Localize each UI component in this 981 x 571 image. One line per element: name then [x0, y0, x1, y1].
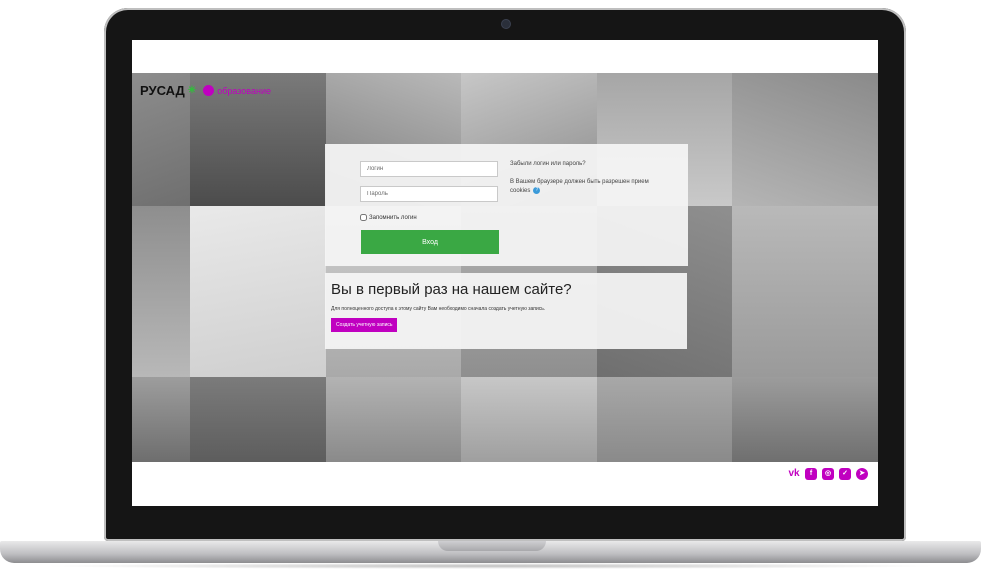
login-panel: Запомнить логин Вход Забыли логин или па…	[325, 144, 688, 266]
photo-collage-background	[132, 73, 878, 462]
bg-tile	[132, 377, 190, 462]
brand-name: РУСАД	[140, 83, 185, 98]
laptop-screen: РУСАД ✳ образование Запомнить логин Вход…	[132, 40, 878, 506]
username-input[interactable]	[360, 161, 498, 177]
first-visit-text: Для полноценного доступа к этому сайту В…	[331, 306, 546, 312]
password-input[interactable]	[360, 186, 498, 202]
login-button[interactable]: Вход	[361, 230, 499, 254]
forgot-password-link[interactable]: Забыли логин или пароль?	[510, 161, 586, 167]
help-icon[interactable]: ?	[533, 187, 541, 194]
remember-username[interactable]: Запомнить логин	[360, 214, 417, 221]
bg-tile	[732, 206, 878, 377]
telegram-icon[interactable]: ➤	[856, 468, 868, 480]
instagram-icon[interactable]: ◎	[822, 468, 834, 480]
brand-circle-icon	[203, 85, 215, 96]
laptop-notch	[438, 541, 546, 551]
create-account-button[interactable]: Создать учетную запись	[331, 318, 398, 332]
bg-tile	[326, 377, 461, 462]
vk-icon[interactable]: vk	[788, 468, 800, 480]
first-visit-heading: Вы в первый раз на нашем сайте?	[331, 281, 572, 298]
brand-subtitle: образование	[217, 85, 271, 96]
facebook-icon[interactable]: f	[805, 468, 817, 480]
site-logo[interactable]: РУСАД ✳ образование	[140, 83, 271, 98]
cookies-notice: В Вашем браузере должен быть разрешен пр…	[510, 178, 670, 196]
bg-tile	[190, 206, 326, 377]
cookies-notice-text: В Вашем браузере должен быть разрешен пр…	[510, 179, 649, 195]
first-visit-panel: Вы в первый раз на нашем сайте? Для полн…	[325, 273, 687, 349]
bg-tile	[732, 73, 878, 206]
bg-tile	[732, 377, 878, 462]
remember-checkbox[interactable]	[360, 214, 367, 221]
social-links: vk f ◎ ✓ ➤	[788, 468, 868, 480]
bg-tile	[132, 206, 190, 377]
laptop-shadow	[40, 563, 940, 569]
leaf-icon: ✳	[187, 85, 197, 96]
bg-tile	[461, 377, 597, 462]
bg-tile	[597, 377, 732, 462]
twitter-icon[interactable]: ✓	[839, 468, 851, 480]
camera-icon	[501, 19, 511, 29]
remember-label: Запомнить логин	[369, 214, 417, 221]
bg-tile	[190, 377, 326, 462]
